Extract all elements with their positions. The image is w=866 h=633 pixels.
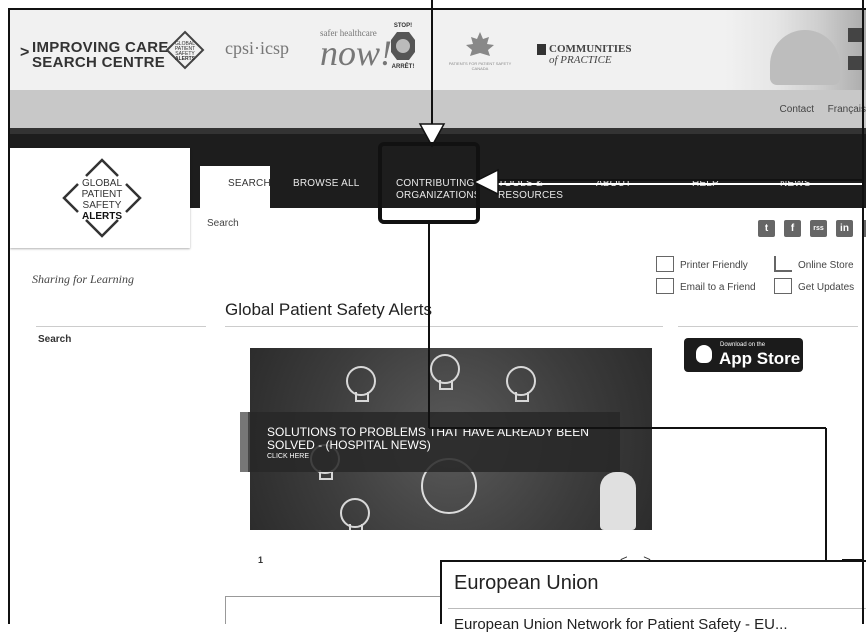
page-title: Global Patient Safety Alerts: [225, 300, 432, 319]
browser-frame: > IMPROVING CARE SEARCH CENTRE GLOBAL PA…: [8, 8, 866, 624]
hand-image: [600, 472, 636, 530]
slide-page-number[interactable]: 1: [258, 555, 263, 565]
facebook-icon[interactable]: f: [784, 220, 801, 237]
cop-square-icon: [537, 44, 546, 55]
callout-header: European Union: [454, 572, 599, 594]
svg-text:ARRÊT!: ARRÊT!: [392, 62, 415, 70]
callout-subtext[interactable]: European Union Network for Patient Safet…: [454, 616, 788, 633]
lightbulb-icon: [346, 366, 376, 402]
newsletter-icon: [774, 278, 792, 294]
twitter-icon[interactable]: t: [758, 220, 775, 237]
app-store-badge[interactable]: Download on the App Store: [684, 338, 803, 372]
online-store-link[interactable]: Online Store: [774, 256, 854, 272]
right-divider: [678, 326, 858, 327]
envelope-icon: [656, 278, 674, 294]
sidebar-search-heading[interactable]: Search: [38, 334, 71, 345]
safer-healthcare-now-logo[interactable]: safer healthcare now!: [320, 28, 392, 71]
improving-care-logo[interactable]: > IMPROVING CARE SEARCH CENTRE: [20, 40, 169, 70]
contact-link[interactable]: Contact: [780, 104, 814, 115]
partner-banner: > IMPROVING CARE SEARCH CENTRE GLOBAL PA…: [10, 10, 866, 91]
gpsa-logo-box[interactable]: GLOBAL PATIENT SAFETY ALERTS: [10, 148, 190, 248]
slide-caption-title[interactable]: SOLUTIONS TO PROBLEMS THAT HAVE ALREADY …: [267, 426, 617, 452]
svg-text:PATIENT: PATIENT: [82, 189, 123, 200]
lightbulb-icon: [430, 354, 460, 390]
organization-callout: European Union European Union Network fo…: [440, 560, 866, 633]
cart-icon: [774, 256, 792, 272]
svg-text:GLOBAL: GLOBAL: [82, 178, 122, 189]
maple-leaf-icon: [466, 32, 494, 56]
gpsa-logo: GLOBAL PATIENT SAFETY ALERTS: [62, 158, 142, 238]
svg-text:SAFETY: SAFETY: [83, 200, 122, 211]
slide-caption[interactable]: SOLUTIONS TO PROBLEMS THAT HAVE ALREADY …: [240, 412, 620, 472]
tagline: Sharing for Learning: [32, 272, 135, 286]
nav-browse-all[interactable]: BROWSE ALL: [293, 178, 359, 190]
title-divider: [225, 326, 663, 327]
nav-news[interactable]: NEWS: [780, 178, 811, 190]
sidebar-divider: [36, 326, 206, 327]
doctor-photo: [725, 10, 866, 90]
lightbulb-icon: [506, 366, 536, 402]
search-input[interactable]: [225, 596, 451, 624]
svg-text:ALERTS: ALERTS: [82, 211, 122, 222]
nav-search[interactable]: SEARCH: [228, 178, 271, 190]
svg-text:ALERTS: ALERTS: [175, 56, 196, 62]
utility-bar: Contact Français: [10, 90, 866, 128]
apple-icon: [696, 345, 712, 363]
printer-icon: [656, 256, 674, 272]
cpsi-logo[interactable]: cpsi·icsp: [225, 38, 289, 59]
rss-icon[interactable]: rss: [810, 220, 827, 237]
communities-of-practice-logo[interactable]: COMMUNITIES of PRACTICE: [537, 44, 632, 66]
gpsa-small-logo[interactable]: GLOBAL PATIENT SAFETY ALERTS: [165, 30, 205, 70]
nav-tools-resources[interactable]: TOOLS & RESOURCES: [498, 178, 570, 202]
patients-for-patient-safety-logo[interactable]: PATIENTS FOR PATIENT SAFETY CANADA: [440, 30, 520, 80]
linkedin-icon[interactable]: in: [836, 220, 853, 237]
nav-help[interactable]: HELP: [692, 178, 719, 190]
nav-about[interactable]: ABOUT: [596, 178, 631, 190]
lightbulb-icon: [340, 498, 370, 530]
frame-right-edge: [862, 0, 864, 624]
click-here-link[interactable]: CLICK HERE: [267, 453, 309, 460]
get-updates-link[interactable]: Get Updates: [774, 278, 854, 294]
printer-friendly-link[interactable]: Printer Friendly: [656, 256, 748, 272]
chevron-right-icon: >: [20, 44, 30, 61]
nav-contributing-organizations[interactable]: CONTRIBUTING ORGANIZATIONS: [396, 178, 480, 202]
email-friend-link[interactable]: Email to a Friend: [656, 278, 756, 294]
french-link[interactable]: Français: [828, 104, 866, 115]
stop-logo[interactable]: STOP! ARRÊT!: [388, 20, 418, 72]
svg-text:STOP!: STOP!: [394, 23, 412, 29]
breadcrumb[interactable]: Search: [207, 218, 239, 229]
